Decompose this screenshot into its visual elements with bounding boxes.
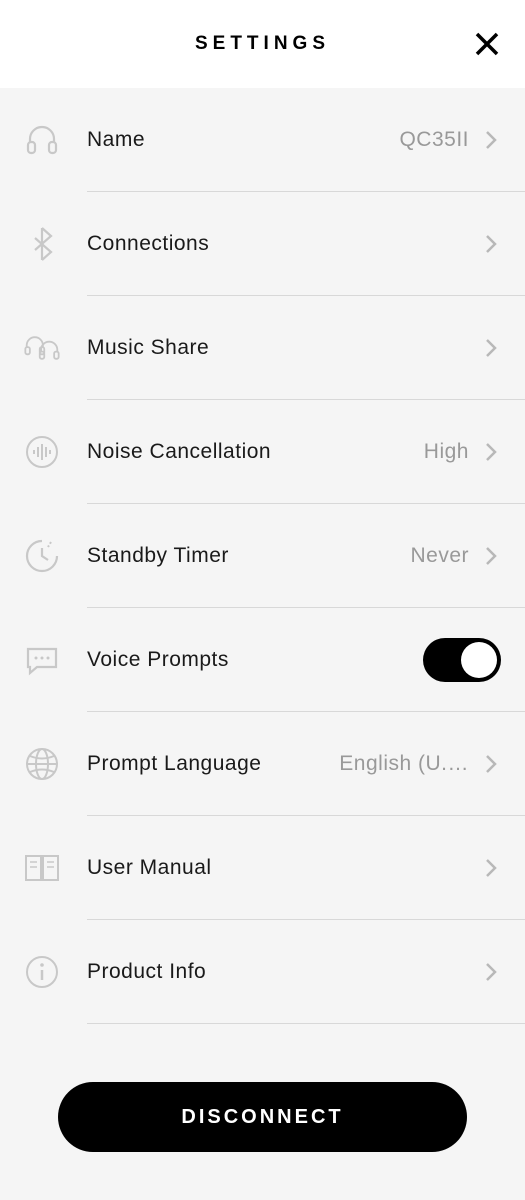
chevron-right-icon xyxy=(481,858,501,878)
settings-list: Name QC35II Connections xyxy=(0,88,525,1024)
settings-item-voice-prompts: Voice Prompts xyxy=(0,608,525,712)
item-label: Voice Prompts xyxy=(87,648,423,672)
settings-item-standby-timer[interactable]: Standby Timer Never xyxy=(0,504,525,608)
info-icon xyxy=(24,954,60,990)
timer-icon xyxy=(24,538,60,574)
chevron-right-icon xyxy=(481,962,501,982)
chevron-right-icon xyxy=(481,234,501,254)
close-button[interactable] xyxy=(471,28,503,60)
chat-icon xyxy=(24,642,60,678)
noise-cancellation-icon xyxy=(24,434,60,470)
disconnect-button[interactable]: DISCONNECT xyxy=(58,1082,467,1152)
settings-item-prompt-language[interactable]: Prompt Language English (U.… xyxy=(0,712,525,816)
item-label: Music Share xyxy=(87,336,481,360)
settings-item-name[interactable]: Name QC35II xyxy=(0,88,525,192)
item-label: Prompt Language xyxy=(87,752,339,776)
settings-item-product-info[interactable]: Product Info xyxy=(0,920,525,1024)
chevron-right-icon xyxy=(481,546,501,566)
item-value: English (U.… xyxy=(339,752,469,776)
toggle-knob xyxy=(461,642,497,678)
manual-icon xyxy=(24,850,60,886)
item-label: Standby Timer xyxy=(87,544,410,568)
settings-item-music-share[interactable]: Music Share xyxy=(0,296,525,400)
item-label: Product Info xyxy=(87,960,481,984)
page-title: SETTINGS xyxy=(195,33,330,55)
item-value: High xyxy=(424,440,469,464)
item-label: User Manual xyxy=(87,856,481,880)
item-value: QC35II xyxy=(399,128,469,152)
item-value: Never xyxy=(410,544,469,568)
headphones-icon xyxy=(24,122,60,158)
chevron-right-icon xyxy=(481,442,501,462)
item-label: Name xyxy=(87,128,399,152)
header: SETTINGS xyxy=(0,0,525,88)
chevron-right-icon xyxy=(481,754,501,774)
settings-item-user-manual[interactable]: User Manual xyxy=(0,816,525,920)
music-share-icon xyxy=(24,330,60,366)
item-label: Noise Cancellation xyxy=(87,440,424,464)
voice-prompts-toggle[interactable] xyxy=(423,638,501,682)
chevron-right-icon xyxy=(481,338,501,358)
bluetooth-icon xyxy=(24,226,60,262)
item-label: Connections xyxy=(87,232,481,256)
settings-item-noise-cancellation[interactable]: Noise Cancellation High xyxy=(0,400,525,504)
settings-item-connections[interactable]: Connections xyxy=(0,192,525,296)
close-icon xyxy=(473,30,501,58)
globe-icon xyxy=(24,746,60,782)
chevron-right-icon xyxy=(481,130,501,150)
